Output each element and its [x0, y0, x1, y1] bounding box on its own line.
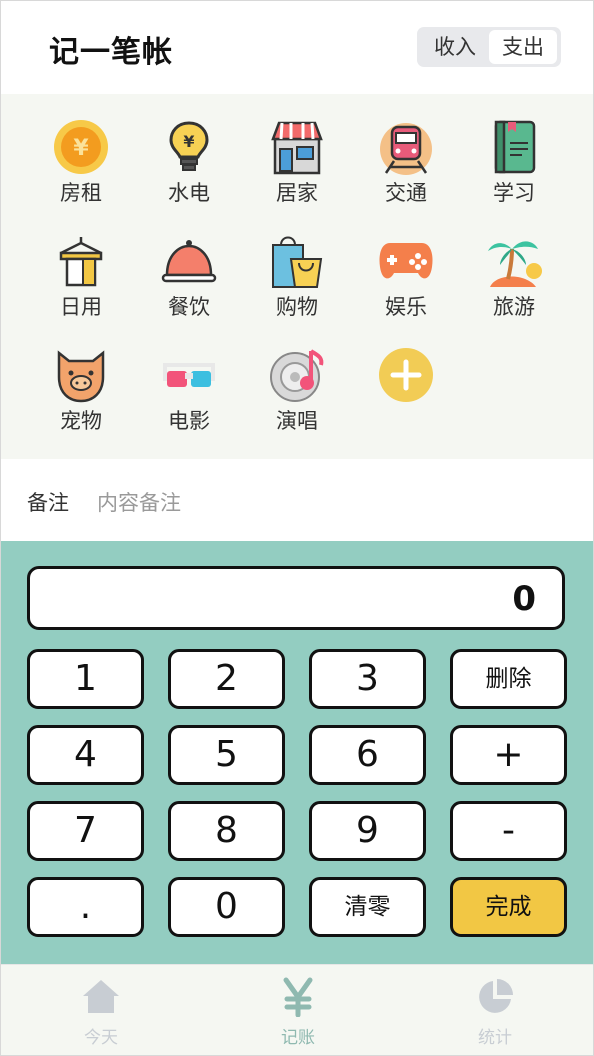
- plus-button[interactable]: +: [450, 725, 567, 785]
- category-label: 演唱: [276, 409, 318, 433]
- category-label: 旅游: [493, 295, 535, 319]
- category-label: 娱乐: [385, 295, 427, 319]
- key-1[interactable]: 1: [27, 649, 144, 709]
- category-label: 居家: [276, 181, 318, 205]
- decimal-point-button[interactable]: .: [27, 877, 144, 937]
- key-6[interactable]: 6: [309, 725, 426, 785]
- category-label: 购物: [276, 295, 318, 319]
- page-title: 记一笔帐: [49, 35, 173, 70]
- plus-circle-icon: [379, 348, 433, 402]
- tab-label: 记账: [281, 1028, 315, 1048]
- category-label: 电影: [168, 409, 210, 433]
- yen-icon: [283, 977, 313, 1017]
- key-4[interactable]: 4: [27, 725, 144, 785]
- category-label: 水电: [168, 181, 210, 205]
- category-transport[interactable]: 交通: [356, 119, 456, 229]
- shopping-bags-icon: [272, 236, 323, 288]
- category-pets[interactable]: 宠物: [31, 347, 131, 457]
- tab-label: 今天: [84, 1028, 118, 1048]
- category-movies[interactable]: 电影: [139, 347, 239, 457]
- key-8[interactable]: 8: [168, 801, 285, 861]
- pet-dog-icon: [57, 350, 105, 403]
- amount-display: 0: [27, 566, 565, 630]
- home-icon: [83, 980, 119, 1013]
- note-row: 备注 内容备注: [1, 459, 593, 541]
- key-7[interactable]: 7: [27, 801, 144, 861]
- app-screen: 记一笔帐 收入 支出 ¥ 房租 ¥ 水电 居家 交通 学习 日用 餐饮 购物 娱…: [0, 0, 594, 1056]
- book-icon: [494, 120, 536, 174]
- bottom-tab-bar: 今天 记账 统计: [1, 964, 593, 1055]
- lightbulb-yen-icon: ¥: [169, 121, 209, 171]
- category-label: 学习: [493, 181, 535, 205]
- svg-text:¥: ¥: [73, 136, 89, 161]
- delete-button[interactable]: 删除: [450, 649, 567, 709]
- amount-value: 0: [512, 579, 536, 619]
- key-0[interactable]: 0: [168, 877, 285, 937]
- category-grid: ¥ 房租 ¥ 水电 居家 交通 学习 日用 餐饮 购物 娱乐 旅游 宠物 电影 …: [1, 94, 593, 459]
- gamepad-icon: [379, 243, 433, 279]
- category-label: 交通: [385, 181, 427, 205]
- note-input[interactable]: 内容备注: [97, 487, 181, 517]
- keypad: 0 1 2 3 删除 4 5 6 + 7 8 9 - . 0 清零 完成: [1, 541, 593, 964]
- house-shop-icon: [271, 121, 323, 175]
- done-button[interactable]: 完成: [450, 877, 567, 937]
- category-label: 房租: [60, 181, 102, 205]
- note-label: 备注: [27, 491, 69, 515]
- tab-label: 统计: [478, 1028, 512, 1048]
- tab-statistics[interactable]: 统计: [435, 977, 555, 1048]
- key-5[interactable]: 5: [168, 725, 285, 785]
- tab-today[interactable]: 今天: [41, 977, 161, 1048]
- clear-button[interactable]: 清零: [309, 877, 426, 937]
- category-label: 餐饮: [168, 295, 210, 319]
- category-label: 日用: [60, 295, 102, 319]
- add-category-button[interactable]: [356, 347, 456, 457]
- income-expense-toggle: 收入 支出: [417, 27, 561, 67]
- category-concert[interactable]: 演唱: [247, 347, 347, 457]
- category-utilities[interactable]: ¥ 水电: [139, 119, 239, 229]
- category-shopping[interactable]: 购物: [247, 233, 347, 343]
- svg-text:¥: ¥: [183, 132, 194, 151]
- music-disc-icon: [270, 349, 324, 402]
- 3d-glasses-icon: [163, 363, 215, 387]
- tab-bookkeeping[interactable]: 记账: [238, 977, 358, 1048]
- minus-button[interactable]: -: [450, 801, 567, 861]
- key-3[interactable]: 3: [309, 649, 426, 709]
- coin-yen-icon: ¥: [54, 120, 108, 174]
- category-dining[interactable]: 餐饮: [139, 233, 239, 343]
- key-9[interactable]: 9: [309, 801, 426, 861]
- category-entertainment[interactable]: 娱乐: [356, 233, 456, 343]
- palm-island-icon: [488, 241, 542, 287]
- train-icon: [380, 123, 432, 175]
- expense-tab[interactable]: 支出: [489, 30, 557, 64]
- category-rent[interactable]: ¥ 房租: [31, 119, 131, 229]
- income-tab[interactable]: 收入: [421, 30, 489, 64]
- category-travel[interactable]: 旅游: [464, 233, 564, 343]
- category-label: 宠物: [60, 409, 102, 433]
- key-2[interactable]: 2: [168, 649, 285, 709]
- category-home[interactable]: 居家: [247, 119, 347, 229]
- header: 记一笔帐 收入 支出: [1, 1, 593, 94]
- category-daily[interactable]: 日用: [31, 233, 131, 343]
- towel-rack-icon: [59, 237, 103, 287]
- pie-chart-icon: [479, 979, 513, 1013]
- dish-cloche-icon: [161, 240, 217, 283]
- category-study[interactable]: 学习: [464, 119, 564, 229]
